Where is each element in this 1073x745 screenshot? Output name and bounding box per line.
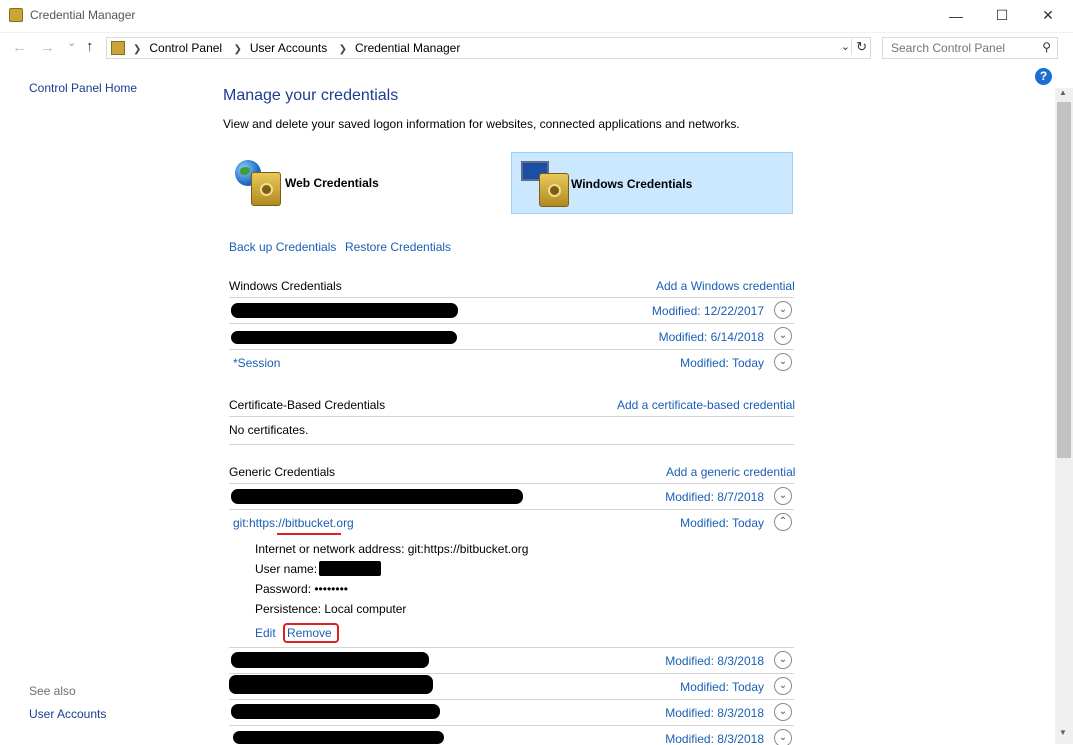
add-certificate-credential-link[interactable]: Add a certificate-based credential <box>617 398 795 412</box>
modified-date: Modified: Today <box>680 516 764 530</box>
scrollbar-thumb[interactable] <box>1057 102 1071 458</box>
control-panel-home-link[interactable]: Control Panel Home <box>29 81 137 95</box>
network-address-detail: Internet or network address: git:https:/… <box>255 542 529 556</box>
modified-date: Modified: 6/14/2018 <box>658 330 764 344</box>
see-also-label: See also <box>29 684 76 698</box>
window-title: Credential Manager <box>30 8 136 22</box>
edit-link[interactable]: Edit <box>255 626 276 640</box>
breadcrumb-chevron-icon: ❯ <box>133 44 142 55</box>
expand-chevron-icon[interactable]: ⌄ <box>774 301 792 319</box>
page-description: View and delete your saved logon informa… <box>223 117 740 131</box>
close-button[interactable]: ✕ <box>1025 0 1071 31</box>
modified-date: Modified: 8/3/2018 <box>665 706 764 720</box>
redaction-mark <box>233 731 444 744</box>
modified-date: Modified: 8/3/2018 <box>665 732 764 745</box>
breadcrumb-chevron-icon: ❯ <box>338 44 347 55</box>
generic-credentials-heading: Generic Credentials <box>229 465 336 479</box>
expand-chevron-icon[interactable]: ⌄ <box>774 353 792 371</box>
modified-date: Modified: Today <box>680 356 764 370</box>
search-icon[interactable]: ⚲ <box>1042 40 1051 54</box>
credential-manager-icon <box>9 8 23 22</box>
address-dropdown-icon[interactable]: ⌄ <box>841 40 850 53</box>
breadcrumb-control-panel[interactable]: Control Panel <box>149 41 222 55</box>
no-certificates-text: No certificates. <box>229 423 309 437</box>
up-arrow-icon[interactable]: ↑ <box>86 38 94 55</box>
control-panel-icon <box>111 41 125 55</box>
redaction-mark <box>231 704 440 719</box>
modified-date: Modified: 8/3/2018 <box>665 654 764 668</box>
username-label: User name: <box>255 562 318 576</box>
back-arrow-icon[interactable]: ← <box>12 39 27 56</box>
redaction-mark <box>319 561 381 576</box>
redaction-mark <box>229 675 433 694</box>
collapse-chevron-icon[interactable]: ⌃ <box>774 513 792 531</box>
redaction-mark <box>231 489 523 504</box>
credential-row[interactable]: *Session Modified: Today ⌄ <box>229 349 794 376</box>
persistence-detail: Persistence: Local computer <box>255 602 407 616</box>
add-windows-credential-link[interactable]: Add a Windows credential <box>656 279 795 293</box>
windows-credentials-label: Windows Credentials <box>571 177 693 191</box>
search-input[interactable] <box>889 40 1033 56</box>
help-icon[interactable]: ? <box>1035 68 1052 85</box>
address-bar[interactable]: ❯ Control Panel ❯ User Accounts ❯ Credentia… <box>106 37 871 59</box>
page-title: Manage your credentials <box>223 87 399 104</box>
breadcrumb-credential-manager[interactable]: Credential Manager <box>355 41 460 55</box>
add-generic-credential-link[interactable]: Add a generic credential <box>666 465 795 479</box>
redaction-mark <box>231 331 457 344</box>
windows-credentials-tile[interactable]: Windows Credentials <box>511 152 793 214</box>
highlight-box <box>283 623 339 643</box>
backup-credentials-link[interactable]: Back up Credentials <box>229 240 336 254</box>
expand-chevron-icon[interactable]: ⌄ <box>774 651 792 669</box>
credential-name: git:https://bitbucket.org <box>233 516 354 530</box>
refresh-icon[interactable]: ↻ <box>851 39 867 55</box>
expand-chevron-icon[interactable]: ⌄ <box>774 327 792 345</box>
modified-date: Modified: 12/22/2017 <box>651 304 764 318</box>
redaction-mark <box>231 303 458 318</box>
password-detail: Password: •••••••• <box>255 582 348 596</box>
forward-arrow-icon[interactable]: → <box>40 39 55 56</box>
expand-chevron-icon[interactable]: ⌄ <box>774 487 792 505</box>
vault-icon <box>251 172 281 206</box>
expand-chevron-icon[interactable]: ⌄ <box>774 703 792 721</box>
highlight-underline <box>277 533 341 535</box>
scroll-up-icon[interactable]: ▲ <box>1059 88 1067 97</box>
vault-icon <box>539 173 569 207</box>
web-credentials-label: Web Credentials <box>285 176 379 190</box>
expand-chevron-icon[interactable]: ⌄ <box>774 677 792 695</box>
certificate-row: No certificates. <box>229 416 794 445</box>
title-bar: Credential Manager — ☐ ✕ <box>0 0 1073 33</box>
modified-date: Modified: 8/7/2018 <box>665 490 764 504</box>
redaction-mark <box>231 652 429 668</box>
search-box[interactable]: ⚲ <box>882 37 1058 59</box>
credential-name: *Session <box>233 356 281 370</box>
recent-locations-icon[interactable]: ⌄ <box>67 36 76 49</box>
user-accounts-link[interactable]: User Accounts <box>29 707 106 721</box>
modified-date: Modified: Today <box>680 680 764 694</box>
windows-credentials-heading: Windows Credentials <box>229 279 342 293</box>
maximize-button[interactable]: ☐ <box>979 0 1025 31</box>
vertical-scrollbar[interactable]: ▲ ▼ <box>1055 88 1073 744</box>
expand-chevron-icon[interactable]: ⌄ <box>774 729 792 745</box>
restore-credentials-link[interactable]: Restore Credentials <box>345 240 451 254</box>
web-credentials-tile[interactable]: Web Credentials <box>229 152 511 214</box>
breadcrumb-chevron-icon: ❯ <box>233 44 242 55</box>
scroll-down-icon[interactable]: ▼ <box>1059 728 1067 737</box>
breadcrumb-user-accounts[interactable]: User Accounts <box>250 41 327 55</box>
breadcrumb: ❯ Control Panel ❯ User Accounts ❯ Credentia… <box>133 41 460 55</box>
minimize-button[interactable]: — <box>933 0 979 31</box>
certificate-credentials-heading: Certificate-Based Credentials <box>229 398 386 412</box>
